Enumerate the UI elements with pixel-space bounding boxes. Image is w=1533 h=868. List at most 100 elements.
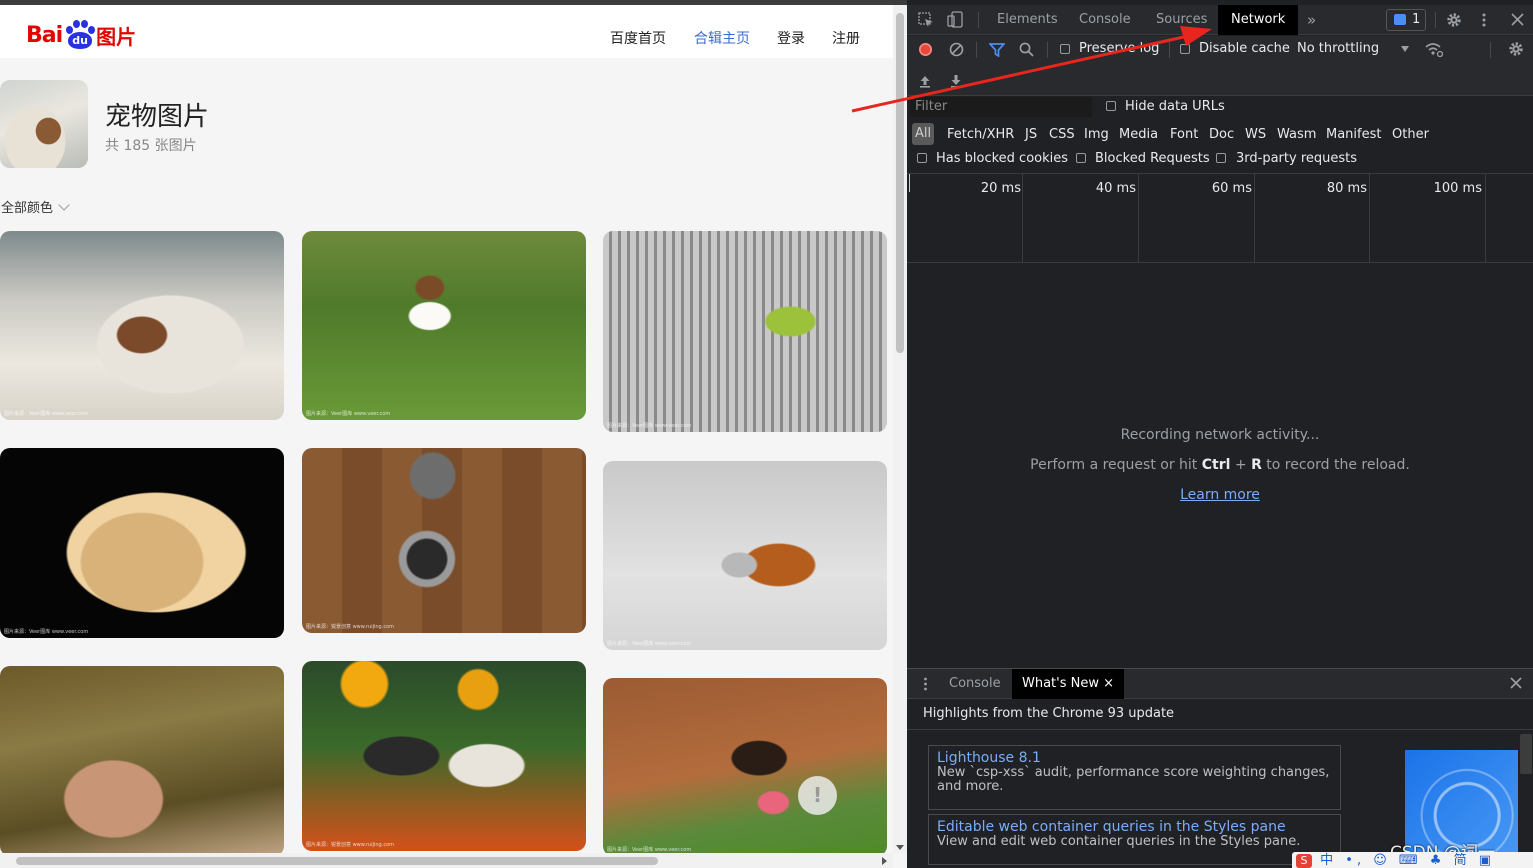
drawer-tab-console[interactable]: Console [949, 669, 1001, 699]
photo-tile[interactable]: 图片来源：Veer图库 www.veer.com [603, 678, 887, 856]
page-vertical-scrollbar[interactable] [893, 5, 907, 853]
type-filter-wasm[interactable]: Wasm [1277, 127, 1316, 142]
network-toolbar: Preserve log Disable cache No throttling [907, 36, 1533, 96]
drawer-scrollbar-thumb[interactable] [1520, 734, 1532, 774]
timeline-tick-label: 20 ms [980, 181, 1021, 196]
network-overview-timeline[interactable]: 20 ms 40 ms 60 ms 80 ms 100 ms [907, 173, 1533, 263]
whats-new-card[interactable]: Editable web container queries in the St… [928, 814, 1341, 865]
type-filter-other[interactable]: Other [1392, 127, 1429, 142]
issues-flag-icon [1394, 14, 1406, 25]
photo-watermark: 图片来源：Veer图库 www.veer.com [607, 423, 692, 429]
network-settings-gear-icon[interactable] [1508, 41, 1524, 57]
nav-album-home[interactable]: 合辑主页 [694, 28, 750, 48]
type-filter-ws[interactable]: WS [1245, 127, 1266, 142]
devtools-tab-bar: Elements Console Sources Network » 1 [907, 5, 1533, 35]
tab-console[interactable]: Console [1079, 5, 1131, 35]
third-party-checkbox[interactable] [1216, 153, 1226, 163]
photo-tile[interactable]: 图片来源：Veer图库 www.veer.com [302, 231, 586, 420]
color-filter-dropdown[interactable]: 全部颜色 [1, 197, 70, 216]
card-title[interactable]: Lighthouse 8.1 [937, 750, 1332, 766]
import-har-icon[interactable] [919, 74, 931, 88]
photo-watermark: 图片来源：锐景创意 www.ruijing.com [306, 842, 394, 848]
photo-watermark: 图片来源：Veer图库 www.veer.com [306, 411, 391, 417]
disable-cache-checkbox[interactable] [1180, 44, 1190, 54]
scroll-down-arrow-icon[interactable] [896, 845, 904, 850]
ime-logo-icon: S [1296, 853, 1312, 868]
photo-tile[interactable]: 图片来源：锐景创意 www.ruijing.com [302, 661, 586, 851]
photo-tile[interactable]: 图片来源：Veer图库 www.veer.com [603, 231, 887, 432]
whats-new-card[interactable]: Lighthouse 8.1 New `csp-xss` audit, perf… [928, 745, 1341, 810]
page-horizontal-scrollbar[interactable] [0, 853, 893, 868]
tab-sources[interactable]: Sources [1156, 5, 1207, 35]
photo-watermark: 图片来源：Veer图库 www.veer.com [607, 641, 692, 647]
tab-elements[interactable]: Elements [997, 5, 1058, 35]
has-blocked-cookies-label: Has blocked cookies [936, 151, 1069, 166]
drawer-tab-whats-new[interactable]: What's New × [1012, 669, 1125, 699]
type-filter-manifest[interactable]: Manifest [1326, 127, 1381, 142]
feedback-button[interactable]: ! [798, 776, 837, 815]
filter-input[interactable]: Filter [910, 97, 1092, 117]
whats-new-headline: Highlights from the Chrome 93 update [923, 706, 1175, 721]
chevron-down-icon [58, 198, 70, 211]
nav-login[interactable]: 登录 [777, 28, 805, 48]
type-filter-doc[interactable]: Doc [1209, 127, 1234, 142]
close-icon[interactable] [1511, 13, 1524, 26]
photo-tile[interactable]: 图片来源：锐景创意 www.ruijing.com [302, 448, 586, 633]
type-filter-js[interactable]: JS [1025, 127, 1037, 142]
throttling-dropdown-icon[interactable] [1401, 46, 1409, 52]
tab-network[interactable]: Network [1218, 5, 1299, 35]
type-filter-fetch-xhr[interactable]: Fetch/XHR [947, 127, 1014, 142]
type-filter-font[interactable]: Font [1170, 127, 1198, 142]
inspect-element-icon[interactable] [918, 12, 934, 28]
scrollbar-thumb[interactable] [16, 857, 658, 865]
issues-count: 1 [1412, 12, 1421, 27]
gear-icon[interactable] [1446, 12, 1462, 28]
hide-data-urls-label: Hide data URLs [1125, 99, 1225, 114]
nav-baidu-home[interactable]: 百度首页 [610, 28, 666, 48]
logo-bai-text: Bai [26, 22, 63, 48]
has-blocked-cookies-checkbox[interactable] [917, 153, 927, 163]
device-toolbar-icon[interactable] [947, 11, 963, 29]
scroll-right-arrow-icon[interactable] [882, 857, 887, 865]
nav-register[interactable]: 注册 [832, 28, 860, 48]
ime-status-text: 中 •, ☺ ⌨ ♣ 简 ▣ [1320, 853, 1495, 868]
card-title[interactable]: Editable web container queries in the St… [937, 819, 1332, 835]
search-icon[interactable] [1019, 42, 1034, 57]
scrollbar-thumb[interactable] [896, 13, 904, 353]
throttling-select[interactable]: No throttling [1297, 41, 1379, 56]
drawer-menu-icon[interactable] [923, 677, 928, 691]
card-description: View and edit web container queries in t… [937, 834, 1301, 849]
close-tab-icon[interactable]: × [1103, 676, 1114, 691]
export-har-icon[interactable] [950, 74, 962, 88]
recording-message: Recording network activity... [1120, 427, 1320, 443]
card-description: New `csp-xss` audit, performance score w… [937, 765, 1330, 794]
wifi-settings-icon[interactable] [1425, 42, 1443, 57]
network-filter-bar: Filter Hide data URLs All Fetch/XHR JS C… [907, 97, 1533, 173]
photo-tile[interactable]: 图片来源：Veer图库 www.veer.com [0, 231, 284, 420]
more-tabs-icon[interactable]: » [1307, 5, 1316, 35]
site-header: Bai du 图片 百度首页 合辑主页 登录 注册 [0, 5, 893, 58]
photo-watermark: 图片来源：Veer图库 www.veer.com [607, 847, 692, 853]
close-drawer-icon[interactable] [1510, 677, 1522, 689]
blocked-requests-checkbox[interactable] [1076, 153, 1086, 163]
logo-du-text: du [68, 32, 93, 49]
preserve-log-checkbox[interactable] [1060, 44, 1070, 54]
photo-tile[interactable]: 图片来源：Veer图库 www.veer.com [603, 461, 887, 650]
kebab-menu-icon[interactable] [1481, 12, 1487, 28]
filter-icon[interactable] [989, 42, 1005, 57]
hide-data-urls-checkbox[interactable] [1106, 101, 1116, 111]
type-filter-img[interactable]: Img [1084, 127, 1109, 142]
record-icon[interactable] [918, 42, 933, 57]
color-filter-label: 全部颜色 [1, 201, 54, 216]
photo-tile[interactable]: 图片来源：Veer图库 www.veer.com [0, 448, 284, 638]
ime-toolbar[interactable]: S 中 •, ☺ ⌨ ♣ 简 ▣ [1292, 852, 1533, 868]
learn-more-link[interactable]: Learn more [907, 487, 1533, 503]
issues-badge[interactable]: 1 [1386, 9, 1426, 31]
type-filter-media[interactable]: Media [1119, 127, 1158, 142]
album-cover-image [0, 80, 88, 168]
type-filter-css[interactable]: CSS [1049, 127, 1075, 142]
baidu-logo[interactable]: Bai du 图片 [26, 17, 136, 53]
type-filter-all[interactable]: All [912, 123, 934, 145]
photo-tile[interactable] [0, 666, 284, 856]
clear-icon[interactable] [949, 42, 964, 57]
